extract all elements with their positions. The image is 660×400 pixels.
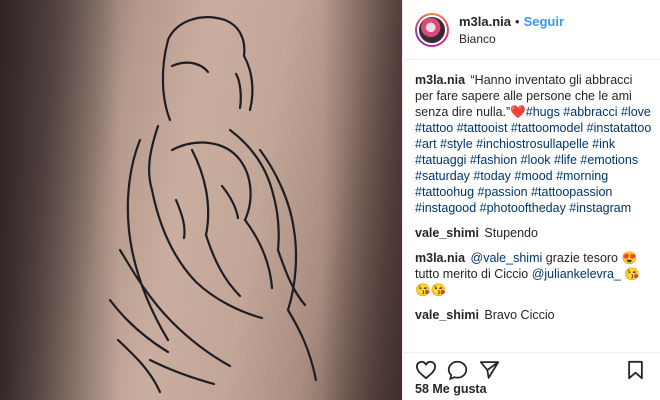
comment-mention[interactable]: @juliankelevra_ [532, 267, 621, 281]
list-item: vale_shimi Bravo Ciccio [415, 307, 653, 323]
follow-button[interactable]: Seguir [524, 14, 564, 29]
post-location[interactable]: Bianco [459, 32, 564, 46]
post-header: m3la.nia • Seguir Bianco [403, 0, 660, 60]
comment-username[interactable]: m3la.nia [415, 251, 465, 265]
action-bar [403, 352, 660, 381]
comment-username[interactable]: vale_shimi [415, 308, 479, 322]
comment-text: Bravo Ciccio [484, 308, 555, 322]
header-separator: • [515, 13, 520, 29]
share-icon[interactable] [479, 360, 500, 380]
heart-emoji: ❤️ [510, 105, 526, 119]
comment-icon[interactable] [447, 360, 468, 381]
avatar-image [417, 14, 447, 45]
list-item: m3la.nia @vale_shimi grazie tesoro 😍tutt… [415, 250, 653, 298]
caption: m3la.nia “Hanno inventato gli abbracci p… [415, 72, 653, 216]
comment-text: Stupendo [484, 226, 538, 240]
post-photo[interactable] [0, 0, 402, 400]
list-item: vale_shimi Stupendo [415, 225, 653, 241]
likes-count[interactable]: 58 Me gusta [415, 382, 487, 396]
caption-username[interactable]: m3la.nia [415, 73, 465, 87]
post-sidebar: m3la.nia • Seguir Bianco m3la.nia “Hanno… [402, 0, 660, 400]
caption-hashtags[interactable]: #hugs #abbracci #love #tattoo #tattooist… [415, 105, 651, 215]
comment-list: m3la.nia “Hanno inventato gli abbracci p… [415, 72, 653, 350]
comment-mention[interactable]: @vale_shimi [471, 251, 543, 265]
avatar[interactable] [415, 12, 449, 47]
bookmark-icon[interactable] [627, 360, 644, 380]
heart-icon[interactable] [415, 360, 437, 380]
comment-username[interactable]: vale_shimi [415, 226, 479, 240]
author-username[interactable]: m3la.nia [459, 14, 511, 29]
tattoo-lineart [108, 16, 318, 394]
